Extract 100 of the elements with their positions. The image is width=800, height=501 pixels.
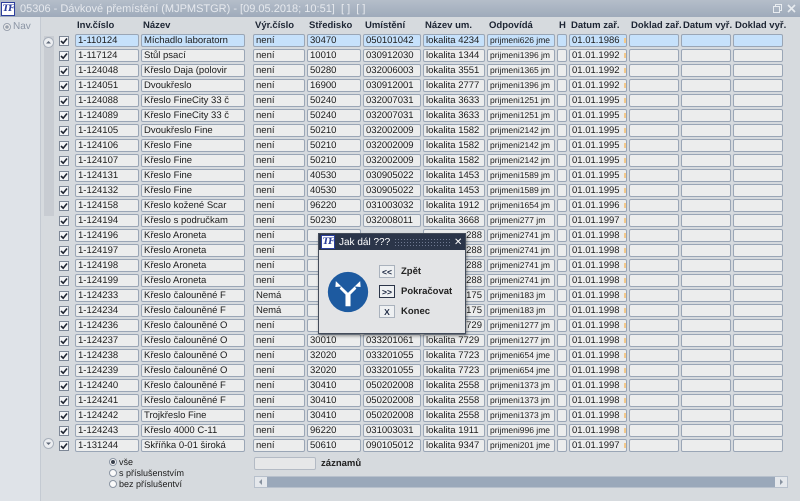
table-cell — [557, 124, 567, 137]
row-checkbox[interactable] — [59, 380, 69, 390]
table-cell: není — [253, 154, 305, 167]
table-cell — [629, 334, 679, 347]
row-checkbox[interactable] — [59, 306, 69, 316]
table-cell — [557, 169, 567, 182]
column-header: Inv.číslo — [76, 20, 116, 30]
table-cell: 1-124241 — [75, 394, 139, 407]
table-cell — [733, 199, 783, 212]
row-checkbox[interactable] — [59, 36, 69, 46]
row-checkbox[interactable] — [59, 216, 69, 226]
row-checkbox[interactable] — [59, 170, 69, 180]
table-cell: 40530 — [307, 169, 361, 182]
scroll-up-icon[interactable] — [42, 37, 54, 48]
filter-radio[interactable]: s příslušenstvím — [109, 468, 184, 478]
row-checkbox[interactable] — [59, 260, 69, 270]
table-cell — [629, 349, 679, 362]
row-checkbox[interactable] — [59, 200, 69, 210]
scroll-down-icon[interactable] — [42, 438, 54, 449]
scroll-left-icon[interactable] — [255, 477, 268, 487]
table-cell: Křeslo s područkam — [141, 214, 245, 227]
scroll-right-icon[interactable] — [775, 477, 788, 487]
table-cell: Křeslo Fine — [141, 169, 245, 182]
table-cell — [629, 109, 679, 122]
table-cell: není — [253, 79, 305, 92]
table-cell — [557, 79, 567, 92]
table-cell: není — [253, 274, 305, 287]
table-cell — [681, 139, 731, 152]
row-checkbox[interactable] — [59, 440, 69, 450]
table-cell: Křeslo Fine — [141, 184, 245, 197]
table-cell: prijmeni1277 jm — [487, 334, 555, 347]
row-checkbox[interactable] — [59, 230, 69, 240]
table-cell — [733, 319, 783, 332]
table-cell: lokalita 2558 — [423, 409, 485, 422]
dialog-key-button[interactable]: >> — [379, 285, 395, 298]
row-checkbox[interactable] — [59, 426, 69, 436]
row-checkbox[interactable] — [59, 110, 69, 120]
dialog-key-button[interactable]: << — [379, 265, 395, 278]
table-cell — [681, 184, 731, 197]
column-header: Datum zař. — [570, 20, 621, 30]
table-cell: není — [253, 349, 305, 362]
row-checkbox[interactable] — [59, 410, 69, 420]
table-cell: 1-117124 — [75, 49, 139, 62]
horizontal-scrollbar[interactable] — [254, 476, 788, 488]
table-cell: 031003032 — [363, 199, 421, 212]
table-cell: lokalita 7723 — [423, 364, 485, 377]
table-cell: prijmeni1373 jm — [487, 409, 555, 422]
filter-radio[interactable]: vše — [109, 457, 184, 467]
row-checkbox[interactable] — [59, 156, 69, 166]
table-cell — [733, 139, 783, 152]
table-cell — [629, 379, 679, 392]
row-checkbox[interactable] — [59, 246, 69, 256]
row-checkbox[interactable] — [59, 290, 69, 300]
table-cell — [681, 409, 731, 422]
row-checkbox[interactable] — [59, 96, 69, 106]
record-count-field[interactable] — [254, 457, 316, 470]
table-cell — [629, 439, 679, 452]
table-cell: 01.01.1998 — [569, 364, 627, 377]
table-cell: Křeslo Fine — [141, 139, 245, 152]
table-cell: lokalita 1582 — [423, 139, 485, 152]
table-cell — [681, 64, 731, 77]
table-cell: prijmeni1589 jm — [487, 184, 555, 197]
filter-radio[interactable]: bez příslušentví — [109, 479, 184, 489]
table-cell: Křeslo čalouněné O — [141, 364, 245, 377]
table-cell — [681, 199, 731, 212]
table-cell: 1-124197 — [75, 244, 139, 257]
dialog-key-button[interactable]: X — [379, 305, 395, 318]
table-cell: 030905022 — [363, 184, 421, 197]
table-cell: lokalita 3633 — [423, 94, 485, 107]
table-cell: 01.01.1998 — [569, 394, 627, 407]
record-count-label: záznamů — [321, 458, 362, 469]
row-checkbox[interactable] — [59, 396, 69, 406]
table-cell — [733, 154, 783, 167]
row-checkbox[interactable] — [59, 66, 69, 76]
table-cell: 30410 — [307, 394, 361, 407]
row-checkbox[interactable] — [59, 336, 69, 346]
row-checkbox[interactable] — [59, 350, 69, 360]
row-checkbox[interactable] — [59, 80, 69, 90]
table-cell — [629, 214, 679, 227]
row-checkbox[interactable] — [59, 50, 69, 60]
table-cell: 031003031 — [363, 424, 421, 437]
row-checkbox[interactable] — [59, 140, 69, 150]
table-cell: 01.01.1998 — [569, 304, 627, 317]
table-cell — [557, 274, 567, 287]
table-cell: lokalita 1344 — [423, 49, 485, 62]
row-checkbox[interactable] — [59, 366, 69, 376]
table-cell: 01.01.1992 — [569, 49, 627, 62]
table-cell — [681, 394, 731, 407]
table-cell: 01.01.1995 — [569, 169, 627, 182]
table-cell: prijmeni2142 jm — [487, 139, 555, 152]
table-cell — [681, 304, 731, 317]
row-checkbox[interactable] — [59, 186, 69, 196]
table-cell — [557, 364, 567, 377]
row-checkbox[interactable] — [59, 126, 69, 136]
table-cell: 50240 — [307, 109, 361, 122]
row-checkbox[interactable] — [59, 320, 69, 330]
table-cell — [557, 334, 567, 347]
row-checkbox[interactable] — [59, 276, 69, 286]
table-cell: Dvoukřeslo — [141, 79, 245, 92]
table-cell — [681, 289, 731, 302]
